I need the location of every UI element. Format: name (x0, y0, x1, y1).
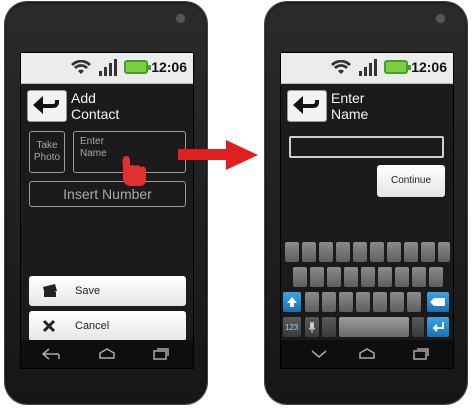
keyboard-key[interactable] (344, 267, 358, 287)
back-arrow-icon (293, 96, 319, 114)
keyboard-key[interactable] (404, 242, 418, 262)
battery-icon (124, 60, 151, 74)
add-contact-screen: 12:06 Add Contact Take Photo Enter Name … (20, 52, 194, 369)
delete-key[interactable] (427, 292, 449, 312)
cancel-label: Cancel (75, 320, 110, 332)
nav-recent-icon[interactable] (151, 347, 171, 361)
keyboard-key[interactable] (378, 267, 392, 287)
wifi-icon (331, 60, 351, 74)
keyboard-key[interactable] (285, 242, 299, 262)
keyboard-key[interactable] (361, 267, 375, 287)
back-arrow-icon (33, 96, 59, 114)
keyboard-key[interactable] (395, 267, 409, 287)
keyboard-key[interactable] (356, 292, 370, 312)
keyboard-key[interactable] (339, 292, 353, 312)
keyboard-key[interactable] (373, 292, 387, 312)
keyboard-key[interactable] (327, 267, 341, 287)
phone-left: 12:06 Add Contact Take Photo Enter Name … (5, 2, 207, 404)
name-input[interactable] (289, 136, 444, 158)
mic-icon (308, 322, 316, 333)
cancel-button[interactable]: Cancel (29, 311, 186, 341)
keyboard-key[interactable] (387, 242, 401, 262)
save-button[interactable]: Save (29, 276, 186, 306)
signal-icon (99, 59, 117, 76)
number-field[interactable]: Insert Number (29, 181, 186, 207)
status-time: 12:06 (151, 59, 187, 75)
keyboard-key[interactable] (305, 292, 319, 312)
nav-recent-icon[interactable] (411, 347, 431, 361)
period-key[interactable] (412, 317, 424, 337)
arrow-icon (178, 140, 258, 170)
status-bar: 12:06 (281, 53, 453, 84)
on-screen-keyboard: 123 (281, 238, 453, 340)
keyboard-key[interactable] (390, 292, 404, 312)
keyboard-key[interactable] (429, 267, 443, 287)
space-key[interactable] (339, 317, 409, 337)
nav-hide-keyboard-icon[interactable] (309, 347, 329, 361)
keyboard-key[interactable] (353, 242, 367, 262)
comma-key[interactable] (322, 317, 336, 337)
camera-icon (176, 14, 185, 23)
keyboard-key[interactable] (322, 292, 336, 312)
numbers-key-label: 123 (285, 323, 299, 332)
navigation-bar (21, 340, 193, 368)
keyboard-key[interactable] (336, 242, 350, 262)
back-button[interactable] (287, 90, 327, 122)
phone-right: 12:06 Enter Name Continue 123 (265, 2, 467, 404)
save-label: Save (75, 285, 101, 297)
status-bar: 12:06 (21, 53, 193, 84)
page-title: Add Contact (71, 90, 120, 122)
take-photo-button[interactable]: Take Photo (29, 131, 65, 173)
backspace-icon (430, 298, 445, 306)
nav-home-icon[interactable] (357, 347, 377, 361)
navigation-bar (281, 340, 453, 368)
numbers-key[interactable]: 123 (283, 317, 301, 337)
nav-back-icon[interactable] (41, 347, 61, 361)
mic-key[interactable] (305, 317, 319, 337)
camera-icon (436, 14, 445, 23)
shift-key[interactable] (283, 292, 301, 312)
keyboard-key[interactable] (412, 267, 426, 287)
keyboard-key[interactable] (421, 242, 435, 262)
keyboard-key[interactable] (302, 242, 316, 262)
nav-home-icon[interactable] (97, 347, 117, 361)
enter-icon (432, 322, 444, 332)
keyboard-key[interactable] (370, 242, 384, 262)
page-title: Enter Name (331, 90, 369, 122)
status-time: 12:06 (411, 59, 447, 75)
continue-button[interactable]: Continue (377, 165, 445, 197)
back-button[interactable] (27, 90, 67, 122)
keyboard-key[interactable] (319, 242, 333, 262)
close-icon (42, 319, 56, 333)
signal-icon (359, 59, 377, 76)
enter-key[interactable] (427, 317, 449, 337)
tapping-hand-icon (122, 156, 146, 186)
battery-icon (384, 60, 411, 74)
keyboard-key[interactable] (293, 267, 307, 287)
wifi-icon (71, 60, 91, 74)
keyboard-key[interactable] (407, 292, 421, 312)
enter-name-screen: 12:06 Enter Name Continue 123 (280, 52, 454, 369)
shift-icon (287, 297, 297, 307)
keyboard-key[interactable] (438, 242, 450, 262)
save-icon (43, 284, 57, 297)
keyboard-key[interactable] (310, 267, 324, 287)
